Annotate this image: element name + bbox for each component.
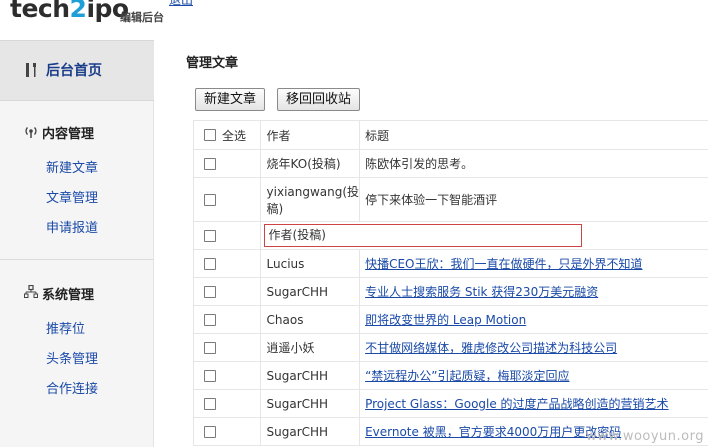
row-checkbox[interactable] (204, 342, 216, 354)
sidebar: 后台首页 内容管理 新建文章 文章管理 申请报道 系统管理 推荐位 头条管理 合… (0, 40, 154, 447)
watermark: www.wooyun.org (585, 429, 704, 444)
sidebar-item-partner-links[interactable]: 合作连接 (46, 378, 98, 397)
sidebar-item-headlines[interactable]: 头条管理 (46, 348, 98, 367)
row-checkbox[interactable] (204, 314, 216, 326)
row-author: SugarCHH (259, 361, 361, 390)
table-row: Lucius 快播CEO王欣：我们一直在做硬件，只是外界不知道 (193, 249, 708, 278)
row-title-link[interactable]: Project Glass：Google 的过度产品战略创造的营销艺术 (365, 397, 669, 411)
row-author: 逍遥小妖 (259, 333, 361, 362)
sidebar-group-content: 内容管理 (24, 123, 94, 142)
table-row: 作者(投稿) (193, 221, 708, 250)
row-checkbox[interactable] (204, 158, 216, 170)
tools-icon (24, 62, 40, 78)
row-author: SugarCHH (259, 417, 361, 446)
row-checkbox[interactable] (204, 194, 216, 206)
sidebar-item-manage-articles[interactable]: 文章管理 (46, 187, 98, 206)
select-all-checkbox[interactable] (204, 129, 216, 141)
sidebar-home-label: 后台首页 (46, 63, 102, 79)
table-row: SugarCHH 专业人士搜索服务 Stik 获得230万美元融资 (193, 277, 708, 306)
new-article-button[interactable]: 新建文章 (195, 88, 266, 111)
row-checkbox[interactable] (204, 370, 216, 382)
author-column-header: 作者 (259, 120, 361, 150)
articles-table: 全选 作者 标题 烧年KO(投稿) 陈欧体引发的思考。 yixiangwang(… (193, 120, 708, 446)
row-author: SugarCHH (259, 389, 361, 418)
signal-icon (24, 124, 42, 142)
table-row: SugarCHH Project Glass：Google 的过度产品战略创造的… (193, 389, 708, 418)
table-row: SugarCHH “禁远程办公”引起质疑，梅耶淡定回应 (193, 361, 708, 390)
row-author: SugarCHH (259, 277, 361, 306)
move-to-recycle-button[interactable]: 移回回收站 (277, 88, 361, 111)
row-title-link[interactable]: 快播CEO王欣：我们一直在做硬件，只是外界不知道 (365, 257, 642, 271)
row-title-link[interactable]: 不甘做网络媒体，雅虎修改公司描述为科技公司 (365, 341, 617, 355)
sidebar-group-system: 系统管理 (24, 284, 94, 303)
sidebar-item-recommend-slots[interactable]: 推荐位 (46, 318, 85, 337)
logo: tech2ipo (10, 0, 129, 23)
row-author: Chaos (259, 305, 361, 334)
sidebar-home[interactable]: 后台首页 (0, 40, 154, 101)
row-author: 烧年KO(投稿) (259, 149, 361, 178)
row-title-link[interactable]: 专业人士搜索服务 Stik 获得230万美元融资 (365, 285, 598, 299)
table-row: yixiangwang(投稿) 停下来体验一下智能酒评 (193, 177, 708, 222)
table-row: Chaos 即将改变世界的 Leap Motion (193, 305, 708, 334)
page-title: 管理文章 (186, 56, 239, 71)
sitemap-icon (24, 284, 42, 303)
sidebar-item-report-requests[interactable]: 申请报道 (46, 217, 98, 236)
row-author: yixiangwang(投稿) (259, 177, 361, 222)
row-title-link[interactable]: 即将改变世界的 Leap Motion (365, 313, 526, 327)
sidebar-item-new-article[interactable]: 新建文章 (46, 157, 98, 176)
row-checkbox[interactable] (204, 286, 216, 298)
row-checkbox[interactable] (204, 398, 216, 410)
row-title-link[interactable]: “禁远程办公”引起质疑，梅耶淡定回应 (365, 369, 569, 383)
row-title: 停下来体验一下智能酒评 (359, 177, 708, 222)
logo-subtitle: 编辑后台 (120, 11, 164, 24)
row-checkbox[interactable] (204, 426, 216, 438)
title-column-header: 标题 (359, 120, 708, 150)
top-header: tech2ipo 编辑后台 退出 (0, 0, 708, 40)
sidebar-group-content-title: 内容管理 (42, 127, 95, 142)
row-checkbox[interactable] (204, 258, 216, 270)
select-all-cell: 全选 (193, 120, 261, 150)
row-title: 陈欧体引发的思考。 (359, 149, 708, 178)
row-author: Lucius (259, 249, 361, 278)
table-header-row: 全选 作者 标题 (193, 120, 708, 150)
row-title-link[interactable]: Evernote 被黑，官方要求4000万用户更改密码 (365, 425, 621, 439)
table-row: 逍遥小妖 不甘做网络媒体，雅虎修改公司描述为科技公司 (193, 333, 708, 362)
sidebar-group-system-title: 系统管理 (42, 288, 95, 303)
row-checkbox[interactable] (204, 230, 216, 242)
main-content: 管理文章 新建文章 移回回收站 全选 作者 标题 烧年KO(投稿) 陈欧体引发的… (155, 40, 708, 447)
logout-link[interactable]: 退出 (169, 0, 193, 8)
author-input[interactable]: 作者(投稿) (263, 224, 582, 247)
select-all-label: 全选 (222, 128, 247, 143)
table-row: 烧年KO(投稿) 陈欧体引发的思考。 (193, 149, 708, 178)
sidebar-divider (0, 259, 154, 260)
